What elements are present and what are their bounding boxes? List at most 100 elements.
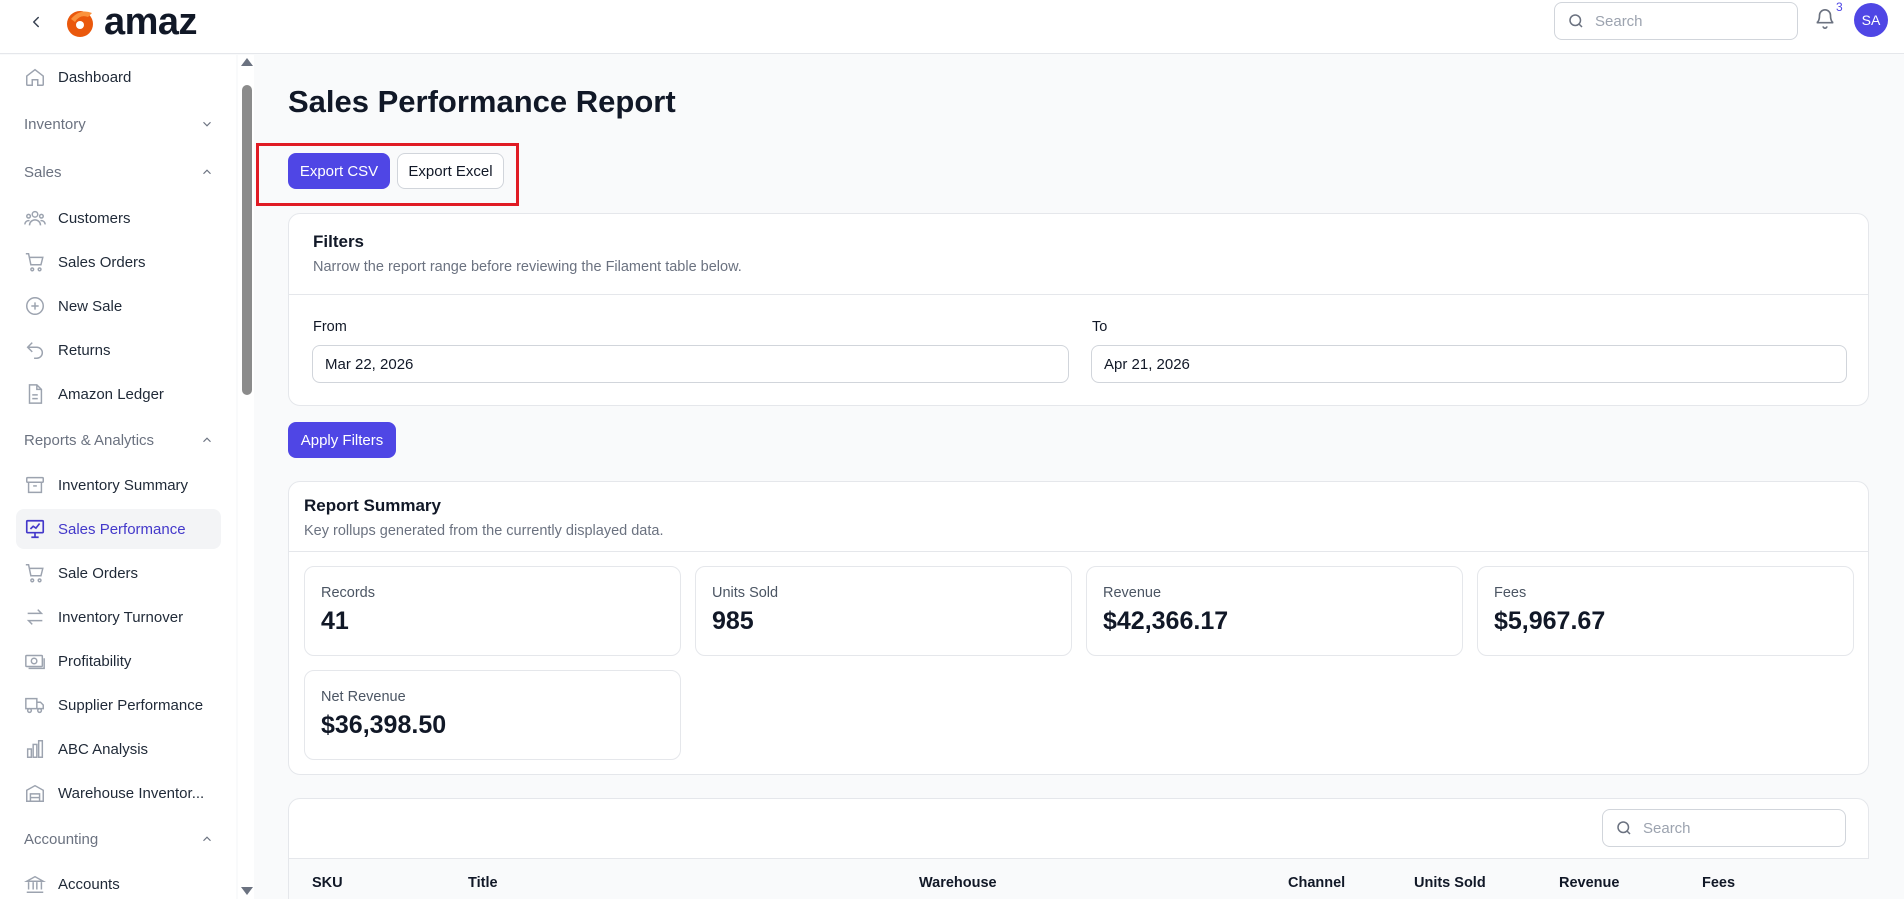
logo-text: amaz	[104, 1, 198, 43]
stat-value: $5,967.67	[1494, 607, 1606, 635]
users-icon	[24, 210, 46, 226]
search-icon	[1569, 14, 1583, 28]
archive-icon	[26, 476, 44, 494]
sidebar-group-label: Accounting	[24, 830, 99, 848]
filters-title: Filters	[313, 232, 365, 251]
sidebar-item-label: Amazon Ledger	[58, 385, 164, 403]
export-excel-button[interactable]: Export Excel	[397, 153, 504, 189]
sidebar-group-reports[interactable]: Reports & Analytics	[24, 426, 214, 454]
stat-card-records: Records 41	[304, 566, 681, 656]
sidebar-item-new-sale[interactable]: New Sale	[16, 286, 221, 326]
stat-card-revenue: Revenue $42,366.17	[1086, 566, 1463, 656]
sidebar-item-label: Supplier Performance	[58, 696, 204, 714]
stat-label: Records	[321, 585, 375, 601]
report-summary-card: Report Summary Key rollups generated fro…	[288, 481, 1869, 775]
cart-icon	[25, 253, 44, 272]
avatar[interactable]: SA	[1854, 3, 1888, 37]
to-date-field[interactable]	[1091, 345, 1847, 383]
column-header-fees[interactable]: Fees	[1702, 875, 1735, 891]
chevron-up-icon	[203, 169, 211, 175]
scroll-down-arrow-icon[interactable]	[241, 887, 253, 895]
sidebar-item-warehouse-inventory[interactable]: Warehouse Inventor...	[16, 773, 221, 813]
back-arrow-icon[interactable]	[24, 10, 48, 34]
sidebar-group-label: Sales	[24, 163, 62, 181]
sidebar-item-label: ABC Analysis	[58, 740, 149, 758]
sidebar-item-label: Returns	[58, 341, 111, 359]
notification-count: 3	[1836, 0, 1843, 14]
bar-chart-icon	[26, 740, 44, 758]
apply-filters-button[interactable]: Apply Filters	[288, 422, 396, 458]
sidebar-item-dashboard[interactable]: Dashboard	[16, 57, 221, 97]
stat-card-units-sold: Units Sold 985	[695, 566, 1072, 656]
sidebar-item-sales-orders[interactable]: Sales Orders	[16, 242, 221, 282]
divider	[289, 294, 1868, 295]
sidebar-item-customers[interactable]: Customers	[16, 198, 221, 238]
stat-card-net-revenue: Net Revenue $36,398.50	[304, 670, 681, 760]
column-header-warehouse[interactable]: Warehouse	[919, 875, 997, 891]
sidebar-group-inventory[interactable]: Inventory	[24, 110, 214, 138]
export-csv-button[interactable]: Export CSV	[288, 153, 390, 189]
stat-value: $36,398.50	[321, 711, 447, 739]
chevron-up-icon	[203, 836, 211, 842]
sidebar-group-sales[interactable]: Sales	[24, 158, 214, 186]
sidebar-item-supplier-performance[interactable]: Supplier Performance	[16, 685, 221, 725]
sidebar-item-label: Sales Performance	[58, 520, 186, 538]
sidebar-item-label: Warehouse Inventor...	[58, 784, 205, 802]
search-icon	[1617, 821, 1631, 835]
summary-subtitle: Key rollups generated from the currently…	[304, 523, 664, 539]
stat-label: Revenue	[1103, 585, 1162, 601]
plus-circle-icon	[26, 297, 44, 315]
sidebar-scroll-thumb[interactable]	[242, 85, 252, 395]
table-header-row: SKU Title Warehouse Channel Units Sold R…	[289, 858, 1869, 899]
stat-value: 985	[712, 607, 754, 635]
divider	[289, 551, 1868, 552]
sidebar-item-label: New Sale	[58, 297, 123, 315]
sidebar-group-accounting[interactable]: Accounting	[24, 825, 214, 853]
top-bar: amaz 3 SA	[0, 0, 1904, 54]
sidebar-item-abc-analysis[interactable]: ABC Analysis	[16, 729, 221, 769]
column-header-channel[interactable]: Channel	[1288, 875, 1345, 891]
truck-icon	[25, 697, 44, 714]
sidebar-group-label: Inventory	[24, 115, 86, 133]
table-search-input[interactable]	[1643, 819, 1823, 837]
column-header-sku[interactable]: SKU	[312, 875, 343, 891]
sidebar-item-profitability[interactable]: Profitability	[16, 641, 221, 681]
sidebar-item-label: Dashboard	[58, 68, 132, 86]
sidebar-item-label: Inventory Summary	[58, 476, 189, 494]
building-icon	[26, 784, 44, 802]
app-logo[interactable]: amaz	[62, 1, 198, 43]
sidebar-item-returns[interactable]: Returns	[16, 330, 221, 370]
global-search-input[interactable]	[1595, 12, 1775, 30]
from-date-field[interactable]	[312, 345, 1069, 383]
table-search[interactable]	[1602, 809, 1846, 847]
sidebar-item-sales-performance[interactable]: Sales Performance	[16, 509, 221, 549]
sidebar-item-accounts[interactable]: Accounts	[16, 864, 221, 899]
sidebar-item-label: Customers	[58, 209, 131, 227]
sidebar-item-inventory-turnover[interactable]: Inventory Turnover	[16, 597, 221, 637]
chevron-up-icon	[203, 437, 211, 443]
sidebar-item-label: Profitability	[58, 652, 132, 670]
sidebar-item-label: Sales Orders	[58, 253, 146, 271]
sidebar-item-sale-orders[interactable]: Sale Orders	[16, 553, 221, 593]
home-icon	[26, 68, 44, 86]
stat-card-fees: Fees $5,967.67	[1477, 566, 1854, 656]
page-title: Sales Performance Report	[288, 84, 676, 119]
sidebar: Dashboard Inventory Sales Customers Sale…	[0, 55, 236, 899]
filters-card: Filters Narrow the report range before r…	[288, 213, 1869, 406]
bell-icon[interactable]	[1814, 8, 1838, 32]
global-search[interactable]	[1554, 2, 1798, 40]
column-header-units-sold[interactable]: Units Sold	[1414, 875, 1486, 891]
sidebar-item-amazon-ledger[interactable]: Amazon Ledger	[16, 374, 221, 414]
sidebar-item-label: Accounts	[58, 875, 120, 893]
sidebar-item-label: Inventory Turnover	[58, 608, 184, 626]
banknote-icon	[25, 654, 45, 670]
sidebar-item-label: Sale Orders	[58, 564, 139, 582]
scroll-up-arrow-icon[interactable]	[241, 58, 253, 66]
chart-presentation-icon	[25, 519, 45, 539]
return-arrow-icon	[26, 342, 43, 359]
column-header-revenue[interactable]: Revenue	[1559, 875, 1619, 891]
arrows-exchange-icon	[26, 609, 44, 625]
logo-mark-icon	[67, 11, 93, 37]
column-header-title[interactable]: Title	[468, 875, 498, 891]
sidebar-item-inventory-summary[interactable]: Inventory Summary	[16, 465, 221, 505]
